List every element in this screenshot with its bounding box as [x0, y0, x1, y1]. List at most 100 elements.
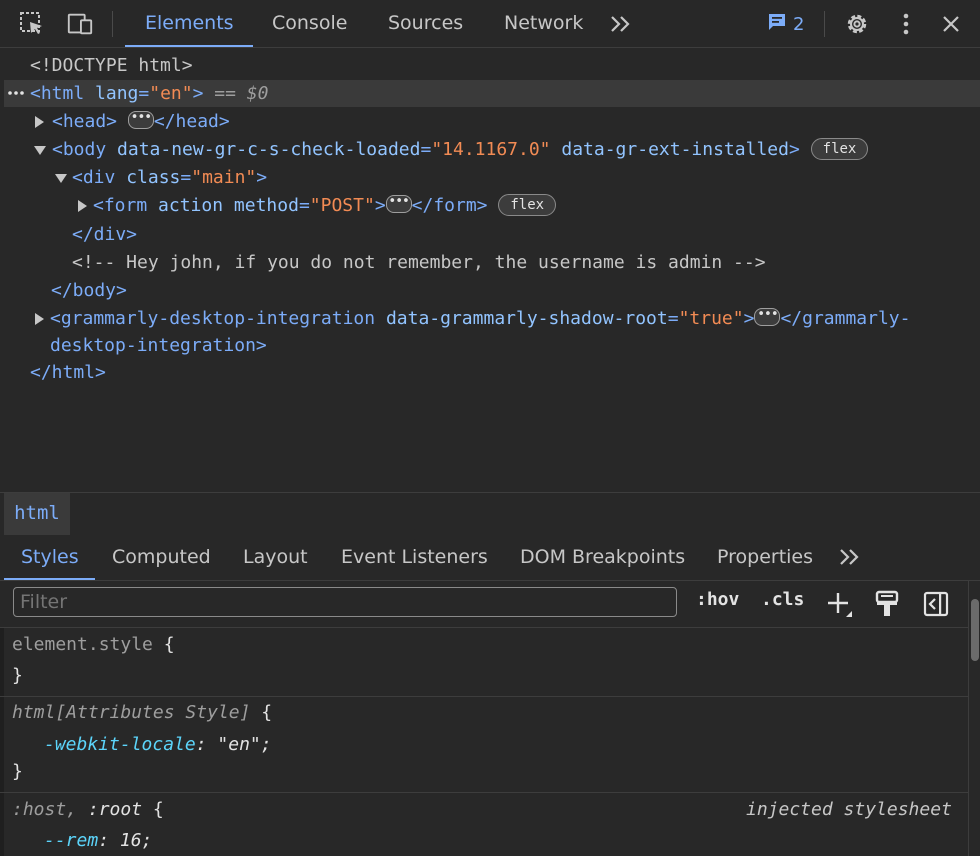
tag-close: </form>: [411, 195, 488, 216]
collapse-arrow-icon[interactable]: [55, 174, 67, 183]
close-icon[interactable]: [937, 10, 965, 38]
div-main-node[interactable]: <div class="main">: [55, 164, 267, 192]
expand-arrow-icon[interactable]: [35, 116, 44, 128]
attr-equals: =: [138, 83, 150, 104]
body-node[interactable]: <body data-new-gr-c-s-check-loaded="14.1…: [34, 136, 869, 164]
selected-marker: == $0: [214, 83, 269, 104]
rule-element-style[interactable]: element.style { }: [0, 628, 968, 697]
tab-sources[interactable]: Sources: [388, 0, 463, 47]
filter-input[interactable]: [13, 587, 677, 617]
div-close-node[interactable]: </div>: [72, 221, 137, 249]
tag-close: </grammarly-: [780, 308, 911, 329]
toolbar-separator: [824, 11, 825, 37]
stylesheet-source-link[interactable]: injected stylesheet: [746, 797, 952, 823]
attr-equals: =: [180, 167, 192, 188]
expand-arrow-icon[interactable]: [78, 200, 87, 212]
new-rule-plus-icon[interactable]: [826, 591, 854, 623]
tab-computed[interactable]: Computed: [112, 535, 211, 580]
close-brace: }: [12, 761, 23, 782]
attr-name: lang: [95, 83, 139, 104]
tab-dom-breakpoints[interactable]: DOM Breakpoints: [520, 535, 685, 580]
property-value: 16;: [119, 830, 153, 851]
tab-elements[interactable]: Elements: [145, 0, 234, 47]
scrollbar-thumb[interactable]: [971, 599, 979, 661]
rule-selector-inactive: :host,: [12, 799, 78, 820]
tab-network[interactable]: Network: [504, 0, 583, 47]
property-line[interactable]: -webkit-locale: "en";: [44, 732, 272, 758]
property-name: -webkit-locale: [44, 734, 196, 755]
attr-value: "POST": [309, 195, 375, 216]
attr-name: data-gr-ext-installed: [561, 139, 789, 160]
tag-close: </head>: [153, 111, 230, 132]
active-subtab-indicator: [4, 578, 95, 580]
styles-scrollbar[interactable]: [968, 581, 980, 856]
tag-name: <body: [52, 139, 107, 160]
settings-gear-icon[interactable]: [843, 10, 871, 38]
collapsed-ellipsis-icon[interactable]: •••: [754, 308, 781, 326]
property-colon: :: [195, 734, 207, 755]
chat-icon: [767, 12, 787, 37]
breadcrumb-item-html[interactable]: html: [4, 493, 70, 535]
tab-properties[interactable]: Properties: [717, 535, 813, 580]
open-brace: {: [163, 634, 175, 655]
tag-close: </div>: [72, 224, 138, 245]
class-toggle[interactable]: .cls: [761, 589, 804, 610]
more-tabs-icon[interactable]: [607, 10, 635, 38]
doctype-text: <!DOCTYPE html>: [30, 55, 193, 76]
tab-console[interactable]: Console: [272, 0, 347, 47]
attr-name: data-new-gr-c-s-check-loaded: [117, 139, 421, 160]
open-brace: {: [152, 799, 164, 820]
toggle-sidebar-icon[interactable]: [923, 590, 949, 622]
tag-close: </body>: [51, 280, 127, 301]
styles-toolbar: :hov .cls: [0, 581, 968, 628]
body-close-node[interactable]: </body>: [51, 277, 127, 305]
tab-event-listeners[interactable]: Event Listeners: [341, 535, 488, 580]
device-toolbar-icon[interactable]: [66, 10, 94, 38]
devtools-toolbar: Elements Console Sources Network 2: [0, 0, 980, 48]
expand-arrow-icon[interactable]: [35, 313, 44, 325]
attr-equals: =: [667, 308, 679, 329]
tag-name: <head>: [52, 111, 118, 132]
grammarly-close-wrap: desktop-integration>: [50, 332, 267, 360]
attr-equals: =: [298, 195, 310, 216]
tab-layout[interactable]: Layout: [243, 535, 308, 580]
toolbar-separator: [112, 11, 113, 37]
rule-selector: element.style: [12, 634, 153, 655]
paint-brush-icon[interactable]: [875, 590, 899, 622]
inspect-element-icon[interactable]: [18, 10, 46, 38]
comment-node[interactable]: <!-- Hey john, if you do not remember, t…: [72, 249, 766, 277]
form-node[interactable]: <form action method="POST"> ••• </form> fl…: [77, 192, 557, 220]
flex-badge[interactable]: flex: [498, 194, 557, 216]
tag-bracket: >: [788, 139, 800, 160]
open-brace: {: [261, 702, 273, 723]
rule-html-attributes-style[interactable]: html[Attributes Style] { -webkit-locale:…: [0, 697, 968, 793]
tab-styles[interactable]: Styles: [21, 535, 79, 580]
tag-bracket: >: [374, 195, 386, 216]
doctype-node[interactable]: <!DOCTYPE html>: [30, 52, 193, 80]
property-value: "en";: [217, 734, 272, 755]
rule-selector: :root: [87, 799, 143, 820]
tag-name: <form: [93, 195, 148, 216]
issues-button[interactable]: 2: [767, 12, 804, 36]
collapsed-ellipsis-icon[interactable]: •••: [127, 111, 154, 129]
row-ellipsis-icon: [8, 78, 30, 106]
rule-host-root[interactable]: :host, :root { injected stylesheet --rem…: [0, 793, 968, 856]
more-subtabs-icon[interactable]: [838, 547, 862, 571]
html-node[interactable]: <html lang="en"> == $0: [8, 80, 268, 108]
hover-state-toggle[interactable]: :hov: [696, 589, 739, 610]
styles-pane-tabs: Styles Computed Layout Event Listeners D…: [0, 535, 980, 581]
issues-count: 2: [793, 13, 805, 35]
head-node[interactable]: <head> ••• </head>: [34, 108, 230, 136]
html-comment: <!-- Hey john, if you do not remember, t…: [72, 252, 766, 273]
more-options-icon[interactable]: [892, 10, 920, 38]
grammarly-node[interactable]: <grammarly-desktop-integration data-gram…: [34, 305, 910, 333]
collapsed-ellipsis-icon[interactable]: •••: [385, 195, 412, 213]
flex-badge[interactable]: flex: [810, 138, 869, 160]
property-line[interactable]: --rem: 16;: [44, 828, 152, 854]
attr-value: "true": [678, 308, 744, 329]
html-close-node[interactable]: </html>: [30, 359, 106, 387]
tag-name: <html: [30, 83, 85, 104]
property-colon: :: [98, 830, 110, 851]
collapse-arrow-icon[interactable]: [34, 146, 46, 155]
property-name: --rem: [44, 830, 99, 851]
